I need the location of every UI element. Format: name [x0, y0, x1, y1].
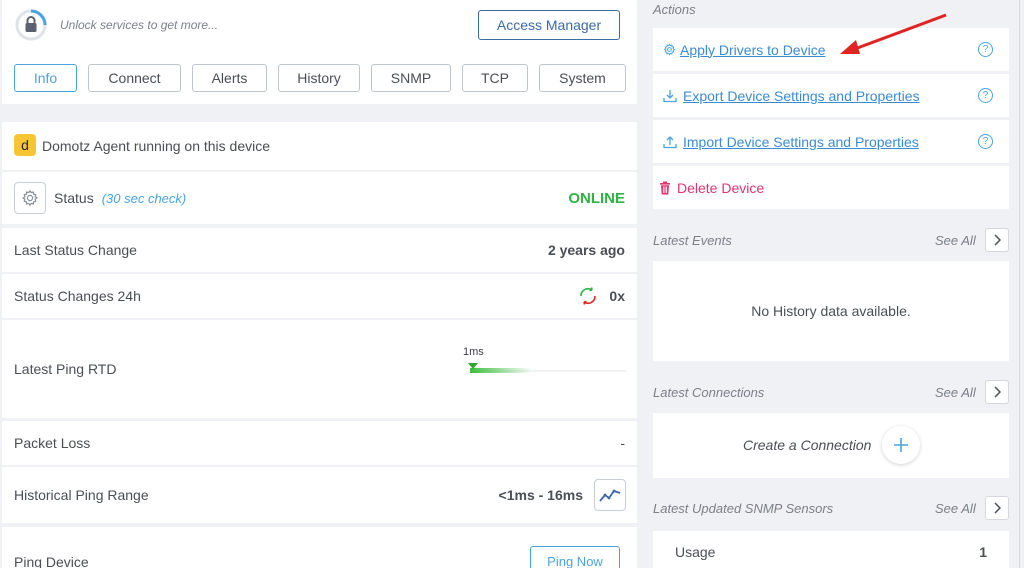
chevron-right-icon: [994, 502, 1001, 514]
line-chart-icon: [599, 489, 621, 502]
agent-row: Domotz Agent running on this device: [2, 122, 637, 170]
events-see-all[interactable]: See All: [935, 233, 976, 248]
tab-info[interactable]: Info: [14, 64, 77, 92]
latest-connections-card: Create a Connection: [653, 413, 1009, 478]
tab-connect[interactable]: Connect: [88, 64, 181, 92]
tab-system[interactable]: System: [539, 64, 626, 92]
create-connection-button[interactable]: [882, 426, 920, 464]
ping-value-label: 1ms: [463, 346, 484, 358]
last-status-change-row: Last Status Change 2 years ago: [2, 228, 637, 272]
tab-history[interactable]: History: [278, 64, 360, 92]
snmp-sensor-value: 1: [979, 544, 987, 560]
historical-ping-value: <1ms - 16ms: [498, 487, 583, 503]
packet-loss-label: Packet Loss: [14, 435, 91, 451]
snmp-sensor-row[interactable]: Usage 1: [653, 531, 1009, 568]
snmp-see-all[interactable]: See All: [935, 501, 976, 516]
status-row: Status (30 sec check) ONLINE: [2, 172, 637, 224]
download-icon: [663, 89, 677, 103]
help-icon[interactable]: ?: [978, 42, 993, 57]
no-history-text: No History data available.: [751, 303, 911, 319]
export-settings-row: Export Device Settings and Properties ?: [653, 74, 1009, 117]
latest-connections-title: Latest Connections: [653, 385, 765, 400]
unlock-services-text: Unlock services to get more...: [60, 18, 219, 32]
access-manager-button[interactable]: Access Manager: [478, 10, 620, 40]
import-settings-row: Import Device Settings and Properties ?: [653, 120, 1009, 163]
apply-drivers-row: Apply Drivers to Device ?: [653, 28, 1009, 71]
ping-now-button[interactable]: Ping Now: [530, 546, 620, 568]
annotation-arrow: [836, 12, 950, 58]
plus-icon: [894, 438, 908, 452]
right-edge-divider: [1019, 0, 1020, 568]
tab-tcp[interactable]: TCP: [462, 64, 528, 92]
help-icon[interactable]: ?: [978, 134, 993, 149]
tab-alerts[interactable]: Alerts: [192, 64, 267, 92]
ping-device-label: Ping Device: [14, 554, 89, 568]
status-changes-icon: [577, 285, 599, 312]
import-settings-link[interactable]: Import Device Settings and Properties: [683, 134, 919, 150]
status-changes-row: Status Changes 24h 0x: [2, 274, 637, 318]
delete-device-label: Delete Device: [677, 179, 765, 196]
packet-loss-value: -: [620, 435, 625, 451]
latest-ping-label: Latest Ping RTD: [14, 361, 117, 377]
ping-history-chart-button[interactable]: [594, 479, 626, 511]
latest-events-card: No History data available.: [653, 261, 1009, 361]
status-changes-label: Status Changes 24h: [14, 288, 141, 304]
last-status-change-value: 2 years ago: [547, 242, 625, 258]
delete-device-row[interactable]: Delete Device: [653, 166, 1009, 209]
status-value: ONLINE: [568, 189, 625, 207]
latest-events-title: Latest Events: [653, 233, 732, 248]
last-status-change-label: Last Status Change: [14, 242, 137, 258]
tab-snmp[interactable]: SNMP: [371, 64, 451, 92]
connections-see-all-button[interactable]: [985, 380, 1009, 404]
agent-text: Domotz Agent running on this device: [42, 138, 271, 154]
actions-title: Actions: [653, 2, 696, 17]
trash-icon: [659, 181, 671, 195]
snmp-see-all-button[interactable]: [985, 496, 1009, 520]
status-changes-value: 0x: [609, 288, 625, 304]
create-connection-text[interactable]: Create a Connection: [743, 437, 871, 453]
packet-loss-row: Packet Loss -: [2, 421, 637, 465]
latest-snmp-title: Latest Updated SNMP Sensors: [653, 501, 834, 516]
help-icon[interactable]: ?: [978, 88, 993, 103]
status-settings-button[interactable]: [14, 182, 46, 214]
domotz-agent-icon: d: [14, 134, 36, 156]
upload-icon: [663, 135, 677, 149]
chevron-right-icon: [994, 386, 1001, 398]
export-settings-link[interactable]: Export Device Settings and Properties: [683, 88, 920, 104]
historical-ping-row: Historical Ping Range <1ms - 16ms: [2, 467, 637, 523]
ping-rtd-bar: [468, 361, 626, 373]
chevron-right-icon: [994, 234, 1001, 246]
status-check-interval: (30 sec check): [101, 190, 187, 206]
apply-drivers-link[interactable]: Apply Drivers to Device: [680, 42, 826, 58]
snmp-sensor-label: Usage: [675, 544, 716, 560]
lock-icon: [15, 9, 47, 41]
events-see-all-button[interactable]: [985, 228, 1009, 252]
gear-icon: [663, 43, 676, 56]
historical-ping-label: Historical Ping Range: [14, 487, 149, 503]
connections-see-all[interactable]: See All: [935, 385, 976, 400]
gear-icon: [22, 189, 38, 207]
